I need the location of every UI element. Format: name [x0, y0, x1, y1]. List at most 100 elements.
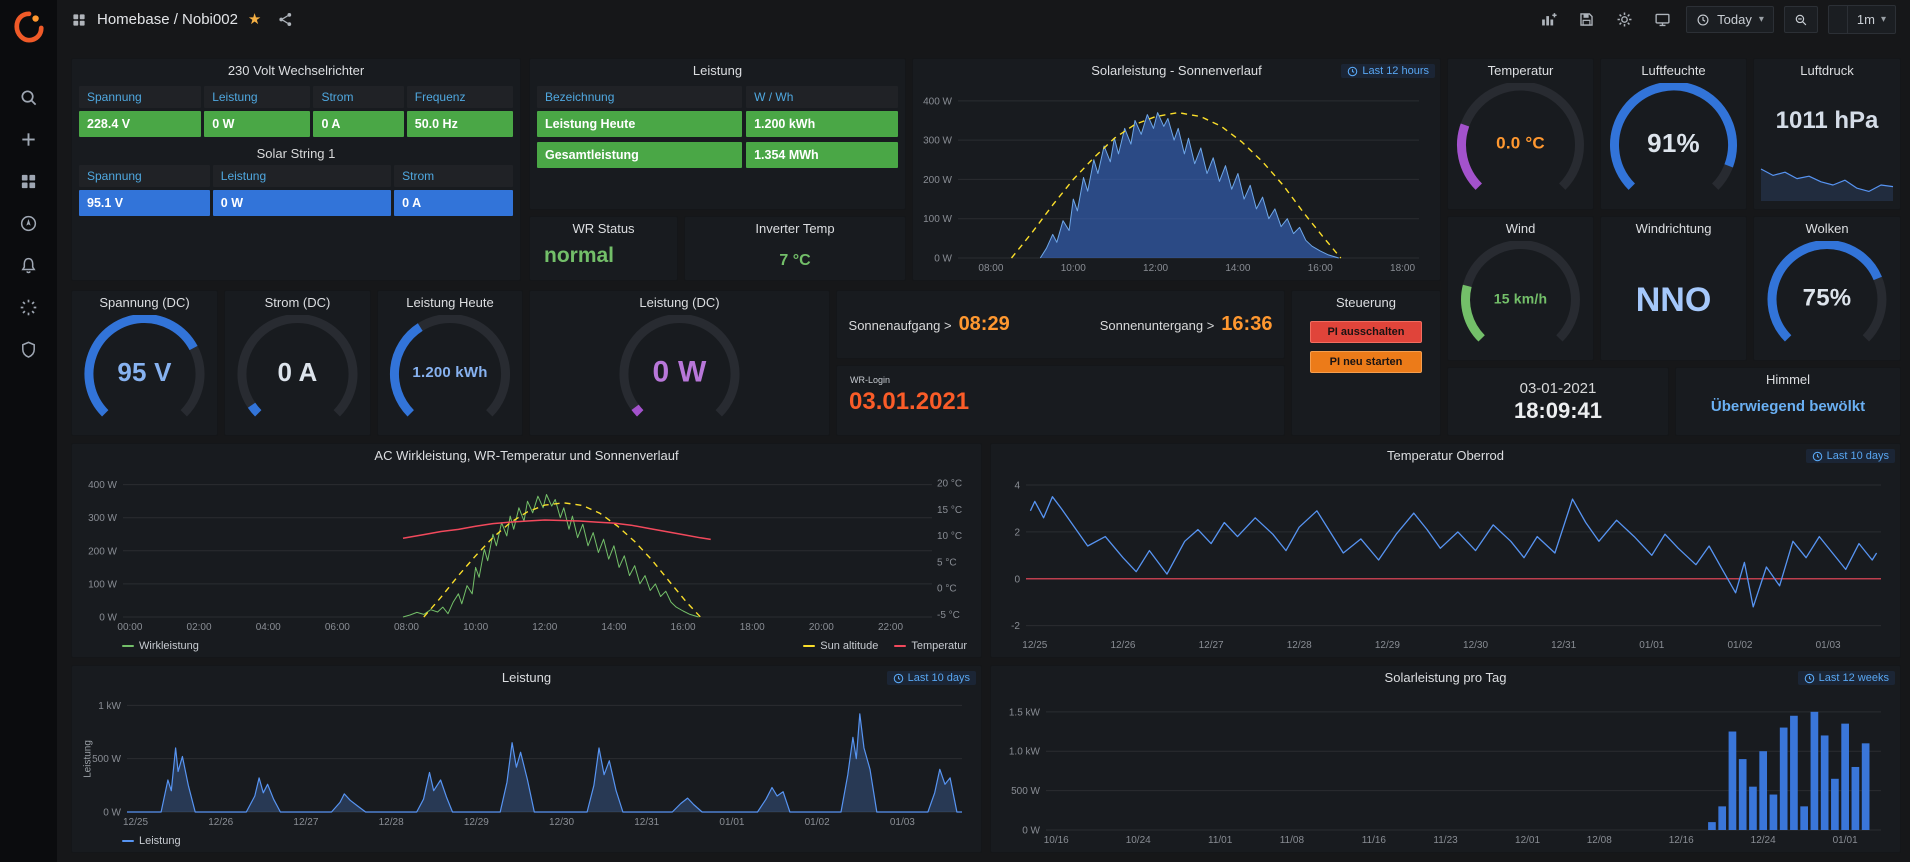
panel-title[interactable]: Leistung (DC) [530, 291, 829, 315]
svg-text:10/24: 10/24 [1126, 835, 1151, 846]
panel-title[interactable]: WR Status [530, 217, 677, 241]
panel-title[interactable]: Wolken [1754, 217, 1900, 241]
svg-text:0: 0 [1014, 574, 1020, 585]
panel-inverter-temp: Inverter Temp 7 °C [684, 216, 906, 281]
svg-text:12/26: 12/26 [1110, 640, 1135, 651]
breadcrumb[interactable]: Homebase / Nobi002 [97, 11, 238, 28]
legend-item[interactable]: Wirkleistung [122, 640, 199, 652]
svg-text:12/31: 12/31 [634, 817, 659, 828]
svg-text:16:00: 16:00 [671, 622, 696, 633]
svg-text:12/26: 12/26 [208, 817, 233, 828]
svg-text:12/01: 12/01 [1515, 835, 1540, 846]
panel-title[interactable]: Temperatur Oberrod [991, 444, 1900, 468]
panel-title[interactable]: Wind [1448, 217, 1593, 241]
legend-item[interactable]: Sun altitude [803, 640, 878, 652]
svg-text:10:00: 10:00 [1061, 263, 1086, 274]
sidebar-item-server-admin[interactable] [8, 328, 50, 370]
panel-title[interactable]: Luftfeuchte [1601, 59, 1746, 83]
svg-text:12/29: 12/29 [1375, 640, 1400, 651]
spannung-dc-gauge: 95 V [72, 315, 217, 429]
dashboard-icon [71, 12, 87, 28]
svg-text:500 W: 500 W [1011, 786, 1040, 797]
column-header: Bezeichnung [537, 86, 742, 108]
refresh-button[interactable] [1829, 6, 1847, 33]
table-cell: 95.1 V [79, 190, 210, 216]
svg-text:1.0 kW: 1.0 kW [1009, 747, 1041, 758]
panel-himmel: Himmel Überwiegend bewölkt [1675, 367, 1901, 436]
panel-title[interactable]: Leistung [72, 666, 981, 690]
svg-text:10:00: 10:00 [463, 622, 488, 633]
table-230v-values: 228.4 V 0 W 0 A 50.0 Hz [72, 111, 520, 137]
cycle-view-monitor-icon[interactable] [1648, 7, 1676, 33]
solarleistung-pro-tag-chart[interactable]: 0 W500 W1.0 kW1.5 kW10/1610/2411/0111/08… [994, 692, 1895, 848]
panel-title[interactable]: Strom (DC) [225, 291, 370, 315]
time-range-picker[interactable]: Today ▾ [1686, 6, 1774, 33]
add-panel-icon[interactable] [1534, 7, 1562, 33]
svg-text:11/01: 11/01 [1208, 835, 1233, 846]
legend-left: Wirkleistung [122, 640, 199, 652]
sunrise-time: 08:29 [959, 313, 1010, 336]
save-dashboard-icon[interactable] [1572, 7, 1600, 33]
chevron-down-icon: ▾ [1881, 14, 1886, 25]
panel-title[interactable]: Luftdruck [1754, 59, 1900, 83]
svg-text:12:00: 12:00 [532, 622, 557, 633]
clock-icon [1804, 673, 1815, 684]
sidebar-item-search[interactable] [8, 76, 50, 118]
temperatur-oberrod-chart[interactable]: -202412/2512/2612/2712/2812/2912/3012/31… [994, 470, 1895, 653]
svg-text:500 W: 500 W [92, 754, 121, 765]
zoom-out-button[interactable] [1784, 6, 1818, 33]
svg-text:12/31: 12/31 [1551, 640, 1576, 651]
grafana-app: Homebase / Nobi002 ★ Today ▾ [0, 0, 1910, 862]
clock-time: 18:09:41 [1514, 398, 1602, 424]
legend-item[interactable]: Leistung [122, 835, 181, 847]
panel-title[interactable]: Temperatur [1448, 59, 1593, 83]
panel-title[interactable]: Windrichtung [1601, 217, 1746, 241]
share-icon[interactable] [271, 7, 299, 33]
shield-icon [19, 340, 38, 359]
svg-text:5 °C: 5 °C [937, 557, 957, 568]
sidebar-item-explore[interactable] [8, 202, 50, 244]
refresh-interval-dropdown[interactable]: 1m ▾ [1847, 6, 1895, 33]
panel-title[interactable]: AC Wirkleistung, WR-Temperatur und Sonne… [72, 444, 981, 468]
solar-verlauf-chart[interactable]: 0 W100 W200 W300 W400 W08:0010:0012:0014… [916, 85, 1435, 276]
panel-temperatur: Temperatur 0.0 °C [1447, 58, 1594, 210]
panel-strom-dc: Strom (DC) 0 A [224, 290, 371, 436]
svg-text:15 °C: 15 °C [937, 505, 962, 516]
time-override-badge: Last 12 weeks [1798, 671, 1895, 685]
svg-text:100 W: 100 W [88, 579, 117, 590]
table-230v-header: Spannung Leistung Strom Frequenz [72, 86, 520, 108]
svg-text:200 W: 200 W [88, 546, 117, 557]
svg-text:18:00: 18:00 [1390, 263, 1415, 274]
dashboard-settings-icon[interactable] [1610, 7, 1638, 33]
svg-text:02:00: 02:00 [187, 622, 212, 633]
panel-title[interactable]: Leistung [530, 59, 905, 83]
svg-text:18:00: 18:00 [740, 622, 765, 633]
sidebar-item-alerting[interactable] [8, 244, 50, 286]
panel-title[interactable]: Solarleistung pro Tag [991, 666, 1900, 690]
grafana-logo[interactable] [10, 8, 48, 46]
panel-luftdruck: Luftdruck 1011 hPa [1753, 58, 1901, 210]
svg-text:01/02: 01/02 [805, 817, 830, 828]
panel-title[interactable]: Leistung Heute [378, 291, 522, 315]
sidebar-item-add[interactable] [8, 118, 50, 160]
gauge-value: 75% [1754, 284, 1900, 312]
svg-text:300 W: 300 W [88, 513, 117, 524]
panel-title[interactable]: Inverter Temp [685, 217, 905, 241]
panel-title[interactable]: 230 Volt Wechselrichter [72, 59, 520, 83]
panel-leistung-table: Leistung Bezeichnung W / Wh Leistung Heu… [529, 58, 906, 210]
pi-neu-starten-button[interactable]: PI neu starten [1310, 351, 1422, 373]
panel-title[interactable]: Steuerung [1292, 291, 1440, 315]
svg-text:12/27: 12/27 [1199, 640, 1224, 651]
pi-ausschalten-button[interactable]: PI ausschalten [1310, 321, 1422, 343]
legend-item[interactable]: Temperatur [894, 640, 967, 652]
sidebar-item-dashboards[interactable] [8, 160, 50, 202]
leistung-chart[interactable]: 0 W500 W1 kW12/2512/2612/2712/2812/2912/… [75, 692, 976, 830]
leistung-dc-gauge: 0 W [530, 315, 829, 429]
ac-wirkleistung-chart[interactable]: 0 W100 W200 W300 W400 W-5 °C0 °C5 °C10 °… [75, 470, 976, 635]
panel-title[interactable]: Spannung (DC) [72, 291, 217, 315]
svg-text:08:00: 08:00 [978, 263, 1003, 274]
temperatur-gauge: 0.0 °C [1448, 83, 1593, 203]
panel-title[interactable]: Himmel [1676, 368, 1900, 392]
sidebar-item-configuration[interactable] [8, 286, 50, 328]
favorite-star-icon[interactable]: ★ [248, 12, 261, 27]
